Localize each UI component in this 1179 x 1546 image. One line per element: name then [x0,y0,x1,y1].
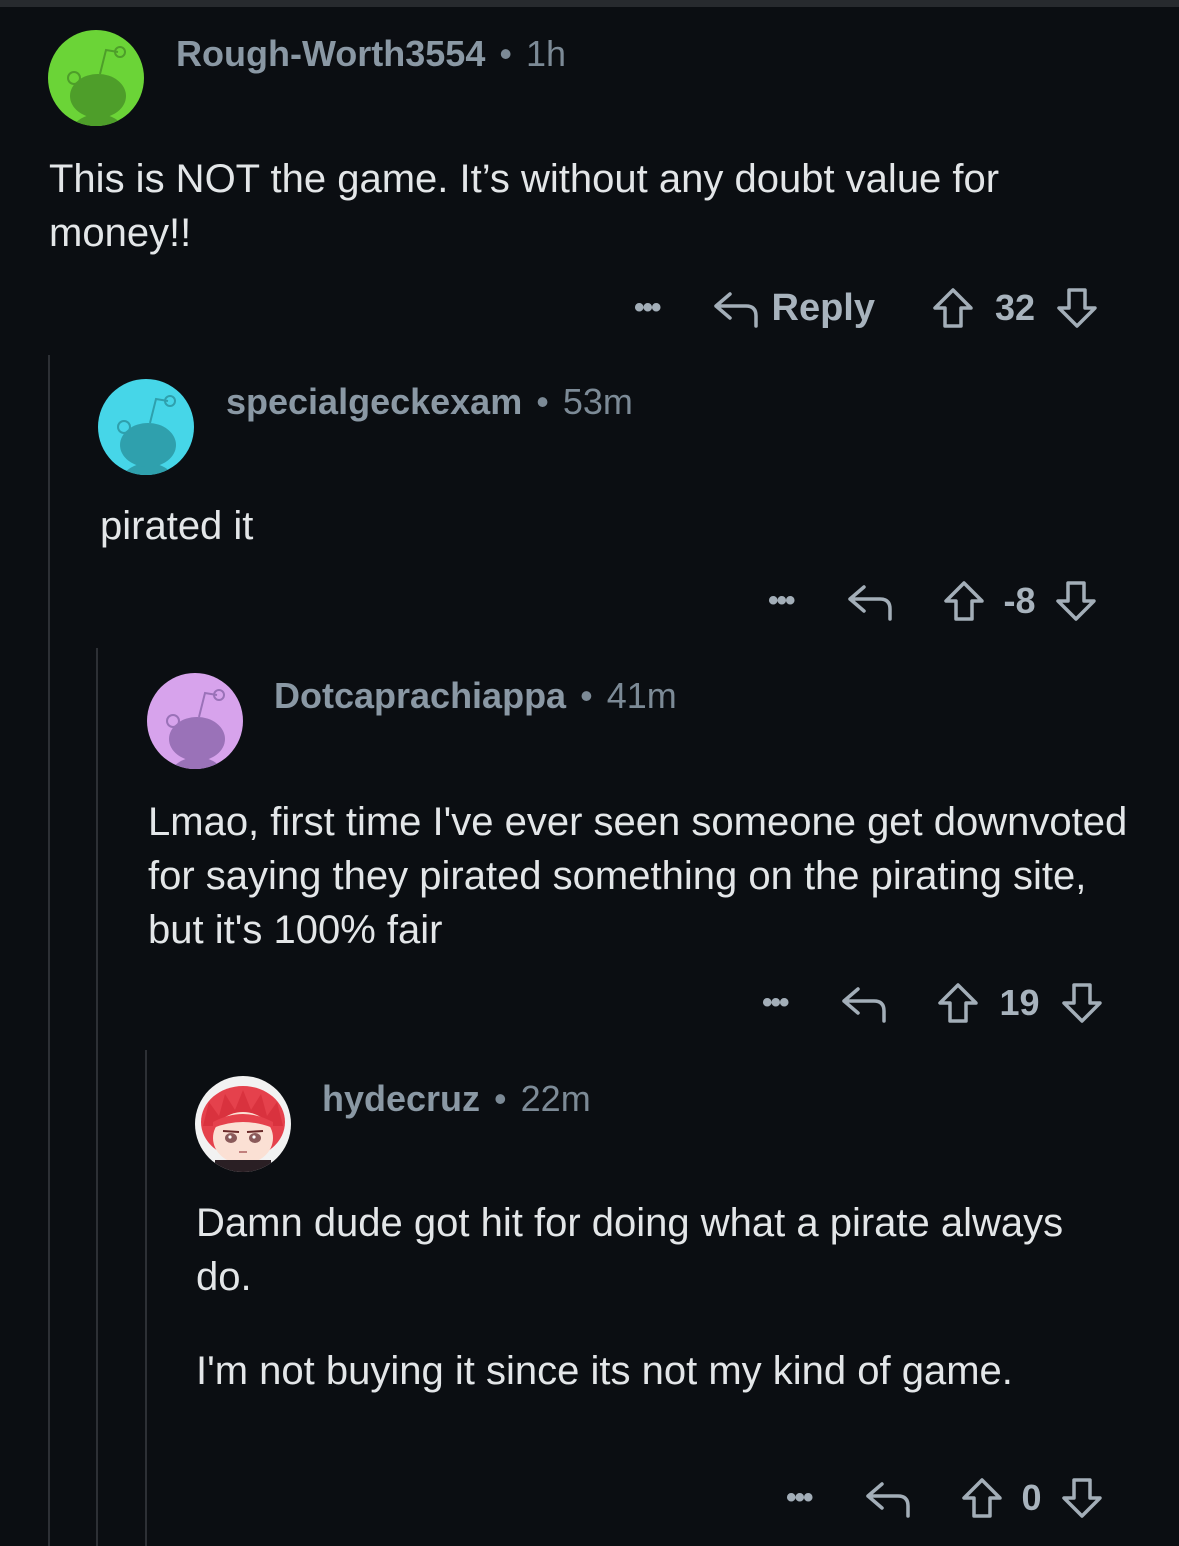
avatar[interactable] [147,673,243,769]
thread-line-level-2[interactable] [96,648,98,1546]
separator: • [536,381,549,422]
comment-actions: ••• 19 [762,978,1104,1028]
downvote-arrow-icon[interactable] [1060,981,1104,1025]
downvote-arrow-icon[interactable] [1054,579,1098,623]
comment-body: Lmao, first time I've ever seen someone … [148,795,1148,957]
comment-body: pirated it [100,499,1140,553]
separator: • [580,675,593,716]
comment-body: This is NOT the game. It’s without any d… [49,152,1139,260]
anime-character-avatar-icon [195,1076,291,1172]
timestamp: 22m [520,1078,591,1119]
avatar[interactable] [195,1076,291,1172]
comment-meta: Dotcaprachiappa • 41m [274,674,677,718]
avatar[interactable] [98,379,194,475]
avatar[interactable] [48,30,144,126]
username[interactable]: hydecruz [322,1078,480,1119]
thread-line-level-3[interactable] [145,1050,147,1546]
comment-actions: ••• Reply 32 [634,283,1099,333]
reply-arrow-icon[interactable] [840,983,886,1023]
downvote-arrow-icon[interactable] [1055,286,1099,330]
reply-arrow-icon[interactable] [846,581,892,621]
username[interactable]: Dotcaprachiappa [274,675,566,716]
more-options-button[interactable]: ••• [634,291,661,325]
comment-paragraph: Lmao, first time I've ever seen someone … [148,800,1128,952]
more-options-button[interactable]: ••• [768,584,795,618]
upvote-arrow-icon[interactable] [936,981,980,1025]
more-options-button[interactable]: ••• [762,986,789,1020]
comment-paragraph: I'm not buying it since its not my kind … [196,1349,1013,1393]
downvote-arrow-icon[interactable] [1060,1476,1104,1520]
separator: • [499,33,512,74]
upvote-arrow-icon[interactable] [931,286,975,330]
comment-paragraph: Damn dude got hit for doing what a pirat… [196,1201,1064,1299]
score: -8 [1003,580,1036,621]
upvote-arrow-icon[interactable] [960,1476,1004,1520]
separator: • [494,1078,507,1119]
username[interactable]: specialgeckexam [226,381,522,422]
thread-line-level-1[interactable] [48,355,50,1546]
top-divider [0,0,1179,7]
score: 0 [1021,1477,1042,1518]
comment-actions: ••• 0 [786,1473,1104,1523]
upvote-arrow-icon[interactable] [942,579,986,623]
comment-actions: ••• -8 [768,576,1098,626]
reply-arrow-icon[interactable] [712,288,758,328]
more-options-button[interactable]: ••• [786,1481,813,1515]
timestamp: 1h [525,33,566,74]
timestamp: 41m [606,675,677,716]
comment-meta: hydecruz • 22m [322,1077,591,1121]
reply-arrow-icon[interactable] [864,1478,910,1518]
comment-body: Damn dude got hit for doing what a pirat… [196,1196,1126,1398]
score: 19 [999,982,1040,1023]
comment-paragraph: pirated it [100,504,254,548]
comment-meta: specialgeckexam • 53m [226,380,633,424]
comment-paragraph: This is NOT the game. It’s without any d… [49,157,1000,255]
reply-button[interactable]: Reply [772,287,875,330]
timestamp: 53m [562,381,633,422]
snoo-avatar-icon [98,379,194,475]
comment-meta: Rough-Worth3554 • 1h [176,32,566,76]
username[interactable]: Rough-Worth3554 [176,33,485,74]
score: 32 [995,287,1036,328]
snoo-avatar-icon [48,30,144,126]
snoo-avatar-icon [147,673,243,769]
